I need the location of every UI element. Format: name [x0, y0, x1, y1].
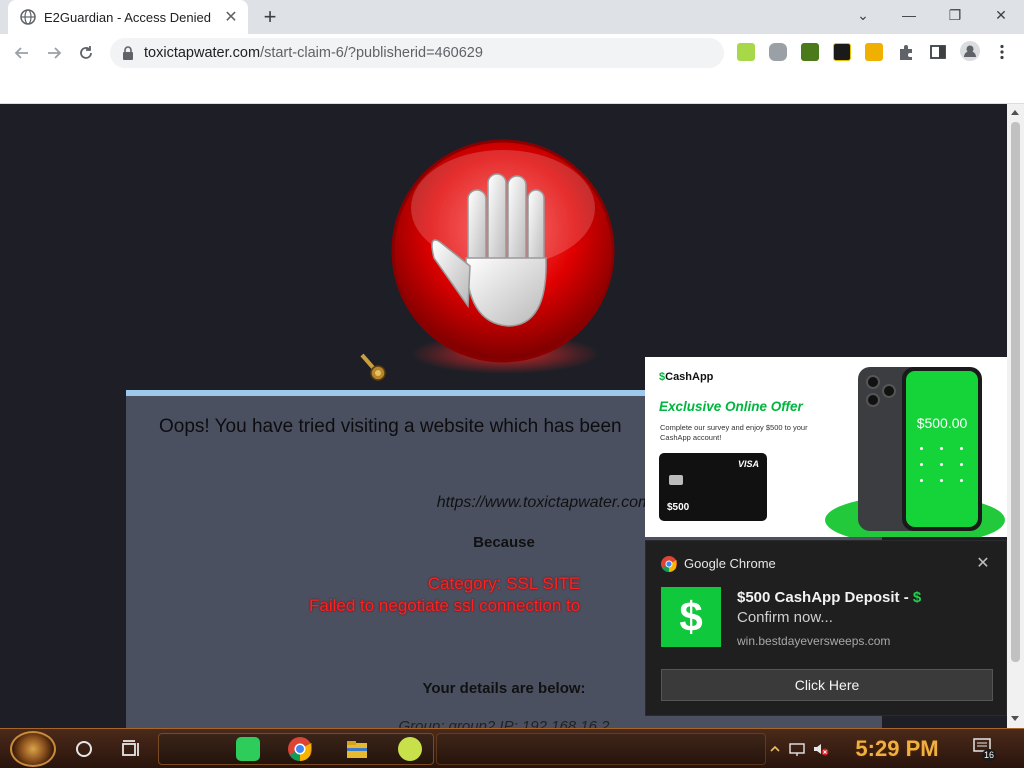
group-ip-text: Group: group2 IP: 192.168.16.2 — [398, 718, 610, 728]
card-chip-icon — [669, 475, 683, 485]
url-domain: toxictapwater.com — [144, 45, 261, 61]
chrome-taskbar-icon[interactable] — [286, 735, 314, 763]
new-tab-button[interactable]: + — [258, 6, 282, 30]
tab-search-icon[interactable]: ⌄ — [840, 0, 886, 30]
notification-close-icon[interactable]: ✕ — [974, 553, 992, 573]
stop-hand-icon — [391, 139, 615, 363]
extension-dark-icon[interactable] — [833, 43, 851, 61]
search-circle-icon[interactable] — [70, 735, 98, 763]
ad-brand-text: CashApp — [665, 371, 714, 383]
camera-lens-icon — [866, 393, 880, 407]
extension-bag-icon[interactable] — [737, 43, 755, 61]
page-scrollbar[interactable] — [1007, 104, 1024, 728]
task-view-icon[interactable] — [116, 735, 144, 763]
cashapp-ad-banner[interactable]: $CashApp Exclusive Online Offer Complete… — [645, 357, 1007, 537]
tab-close-icon[interactable]: ✕ — [220, 6, 242, 28]
click-here-button[interactable]: Click Here — [661, 669, 993, 701]
tray-up-arrow-icon[interactable] — [766, 741, 784, 757]
minimize-button[interactable]: — — [886, 0, 932, 30]
keypad-dot — [960, 463, 963, 466]
extension-yellow-icon[interactable] — [865, 43, 883, 61]
globe-icon — [20, 9, 36, 25]
chrome-logo-icon — [661, 556, 677, 572]
toolbar-spacer — [0, 72, 1024, 104]
ad-card-image: VISA $500 — [659, 453, 767, 521]
back-button[interactable] — [8, 39, 36, 67]
notification-app-name: Google Chrome — [684, 556, 776, 571]
ad-phone-balance: $500.00 — [916, 415, 968, 431]
ad-brand: $CashApp — [659, 371, 713, 383]
reload-icon — [80, 46, 92, 59]
notification-title: $500 CashApp Deposit - $ — [737, 589, 921, 606]
restore-button[interactable]: ❐ — [932, 0, 978, 30]
profile-avatar-icon[interactable] — [960, 41, 980, 61]
notification-site: win.bestdayeversweeps.com — [737, 634, 891, 648]
keypad-dot — [940, 463, 943, 466]
side-panel-icon[interactable] — [929, 43, 947, 61]
lock-icon — [123, 46, 133, 60]
taskbar-clock[interactable]: 5:29 PM — [840, 733, 954, 765]
ad-phone-front: $500.00 — [902, 367, 982, 531]
app-round-icon[interactable] — [398, 737, 422, 761]
action-center-button[interactable]: 16 — [972, 737, 996, 761]
taskbar-empty-area — [436, 733, 766, 765]
tab-title: E2Guardian - Access Denied — [44, 9, 211, 25]
ad-card-brand: VISA — [737, 459, 759, 469]
keypad-dot — [940, 479, 943, 482]
forward-button[interactable] — [40, 39, 68, 67]
url-path: /start-claim-6/?publisherid=460629 — [260, 45, 483, 61]
keypad-dot — [960, 479, 963, 482]
notification-title-text: $500 CashApp Deposit - — [737, 589, 913, 606]
keypad-dot — [920, 447, 923, 450]
forward-arrow-icon — [48, 47, 62, 59]
window-close-button[interactable]: ✕ — [978, 0, 1024, 30]
chrome-notification[interactable]: Google Chrome ✕ $ $500 CashApp Deposit -… — [645, 540, 1007, 716]
scroll-up-arrow-icon[interactable] — [1011, 110, 1019, 115]
back-arrow-icon — [14, 47, 28, 59]
tab-strip: E2Guardian - Access Denied ✕ + ⌄ — ❐ ✕ — [0, 0, 1024, 34]
cashapp-dollar-icon: $ — [661, 587, 721, 647]
camera-lens-icon — [882, 384, 896, 398]
keypad-dot — [920, 463, 923, 466]
camera-lens-icon — [866, 375, 880, 389]
url-text: toxictapwater.com/start-claim-6/?publish… — [144, 45, 483, 61]
taskbar: 5:29 PM 16 — [0, 728, 1024, 768]
volume-muted-icon[interactable] — [812, 741, 830, 757]
ad-headline: Exclusive Online Offer — [659, 399, 803, 414]
menu-kebab-icon[interactable] — [993, 43, 1011, 61]
tab-e2guardian[interactable]: E2Guardian - Access Denied ✕ — [8, 0, 248, 34]
start-button[interactable] — [10, 731, 56, 767]
scrollbar-thumb[interactable] — [1011, 122, 1020, 662]
notification-count-badge: 16 — [982, 749, 996, 761]
reload-button[interactable] — [72, 39, 100, 67]
keypad-dot — [940, 447, 943, 450]
scroll-down-arrow-icon[interactable] — [1011, 716, 1019, 721]
ad-card-amount: $500 — [667, 502, 690, 513]
extension-green-icon[interactable] — [801, 43, 819, 61]
file-explorer-icon[interactable] — [343, 735, 371, 763]
sheets-app-icon[interactable] — [236, 737, 260, 761]
extension-gamepad-icon[interactable] — [769, 43, 787, 61]
keypad-dot — [920, 479, 923, 482]
keypad-dot — [960, 447, 963, 450]
browser-toolbar: toxictapwater.com/start-claim-6/?publish… — [0, 34, 1024, 95]
notification-title-dollar: $ — [912, 589, 922, 606]
address-bar[interactable]: toxictapwater.com/start-claim-6/?publish… — [110, 38, 724, 68]
extensions-puzzle-icon[interactable] — [897, 43, 915, 61]
notification-body: Confirm now... — [737, 609, 833, 626]
mouse-cursor-icon — [360, 353, 386, 381]
network-icon[interactable] — [788, 741, 806, 757]
ad-subtext: Complete our survey and enjoy $500 to yo… — [660, 423, 808, 442]
ad-phone-screen: $500.00 — [906, 371, 978, 527]
